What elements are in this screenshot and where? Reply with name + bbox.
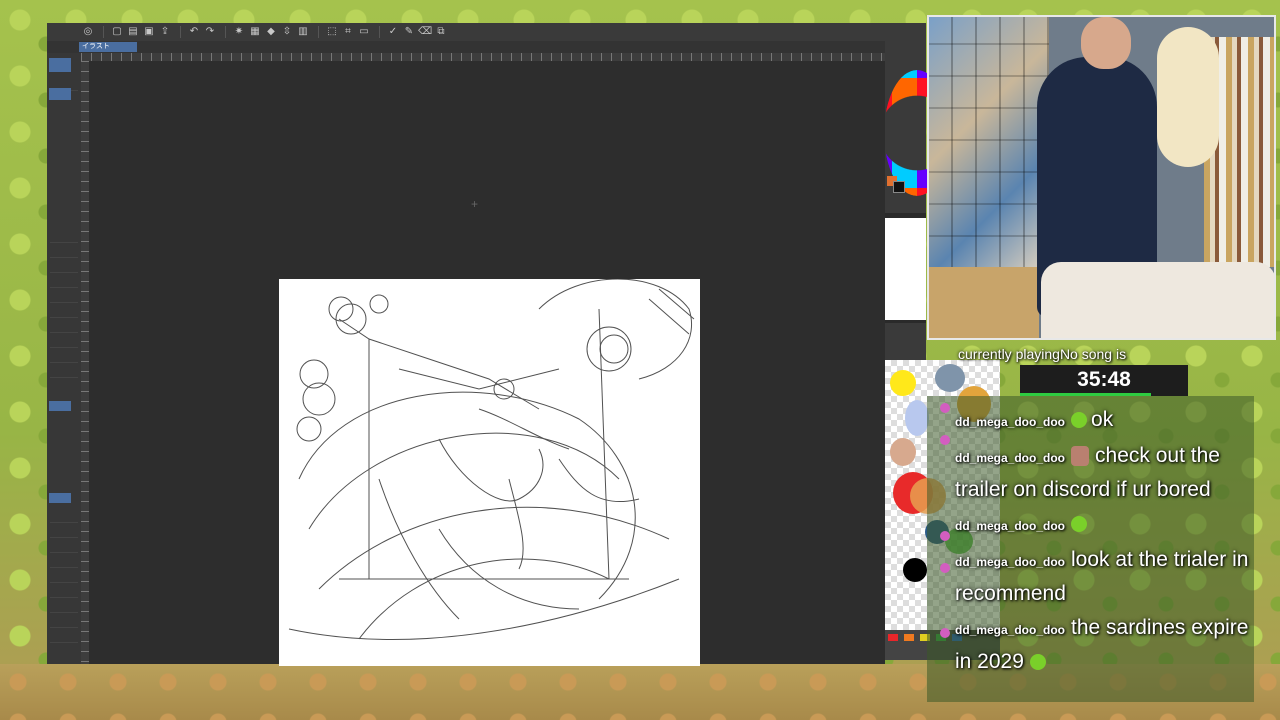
paint-app-window: ◎ ▢ ▤ ▣ ⇪ ↶ ↷ ✷ ▦ ◆ ⇳ ▥ ⬚ ⌗ ▭ ✓ ✎ ⌫ ⧉ イラ… <box>47 23 885 666</box>
document-tabstrip: イラスト <box>47 41 885 53</box>
chat-text: ok <box>1091 408 1114 431</box>
chat-badge-icon <box>940 435 950 445</box>
toolbar-divider <box>103 26 104 38</box>
chat-badge-icon <box>940 563 950 573</box>
panel-row[interactable] <box>50 353 78 363</box>
navigator-thumbnail[interactable] <box>885 218 926 320</box>
subtool-row[interactable] <box>50 543 78 553</box>
green-blob-emote-icon <box>1029 654 1046 671</box>
toolbar-divider <box>225 26 226 38</box>
panel-row[interactable] <box>50 338 78 348</box>
chat-username: dd_mega_doo_doo <box>955 555 1066 569</box>
palette-swatch-skin[interactable] <box>890 438 916 466</box>
chat-message: dd_mega_doo_doo the sardines expire in 20… <box>955 612 1255 678</box>
sub-color-swatch[interactable] <box>893 181 905 193</box>
subtool-row[interactable] <box>50 513 78 523</box>
save-icon[interactable]: ▣ <box>142 26 156 38</box>
tool-property-panel <box>47 53 81 664</box>
palette-chip-orange[interactable] <box>904 634 914 641</box>
frame-icon[interactable]: ⧉ <box>434 26 448 38</box>
crop-icon[interactable]: ⌗ <box>341 26 355 38</box>
sketch-drawing <box>288 279 695 640</box>
selected-brush[interactable] <box>49 88 71 100</box>
panel-row[interactable] <box>50 233 78 243</box>
subtool-row[interactable] <box>50 588 78 598</box>
chat-list: dd_mega_doo_doo ok dd_mega_doo_doo check o… <box>955 404 1255 680</box>
subtool-row[interactable] <box>50 603 78 613</box>
chat-username: dd_mega_doo_doo <box>955 415 1066 429</box>
chair <box>1041 262 1274 338</box>
panel-row[interactable] <box>50 263 78 273</box>
toolbar-divider <box>318 26 319 38</box>
brush-icon[interactable]: ✎ <box>402 26 416 38</box>
canvas-workspace[interactable]: + <box>89 61 885 666</box>
timer-value: 35:48 <box>1077 368 1131 391</box>
chat-badge-icon <box>940 403 950 413</box>
subtool-row[interactable] <box>50 558 78 568</box>
chat-username: dd_mega_doo_doo <box>955 451 1066 465</box>
chat-username: dd_mega_doo_doo <box>955 519 1066 533</box>
chat-message: dd_mega_doo_doo check out the trailer on … <box>955 440 1255 506</box>
panel-row[interactable] <box>50 278 78 288</box>
vertical-ruler <box>81 61 89 664</box>
horizontal-ruler <box>81 53 885 61</box>
chat-message: dd_mega_doo_doo ok <box>955 404 1255 438</box>
app-toolbar: ◎ ▢ ▤ ▣ ⇪ ↶ ↷ ✷ ▦ ◆ ⇳ ▥ ⬚ ⌗ ▭ ✓ ✎ ⌫ ⧉ <box>47 23 885 41</box>
green-blob-emote-icon <box>1071 412 1088 429</box>
palette-swatch-black[interactable] <box>903 558 927 582</box>
open-icon[interactable]: ▤ <box>126 26 140 38</box>
export-icon[interactable]: ⇪ <box>158 26 172 38</box>
panel-row[interactable] <box>50 368 78 378</box>
undo-icon[interactable]: ↶ <box>187 26 201 38</box>
face-emote-icon <box>1071 446 1090 467</box>
poster-wall <box>929 17 1049 267</box>
chat-message: dd_mega_doo_doo look at the trialer in re… <box>955 544 1255 610</box>
green-blob-emote-icon <box>1071 516 1088 533</box>
subtool-row[interactable] <box>50 573 78 583</box>
streamer-head <box>1081 17 1131 69</box>
chat-message: dd_mega_doo_doo <box>955 508 1255 542</box>
panel-row[interactable] <box>50 293 78 303</box>
now-playing-label: currently playingNo song is <box>958 346 1127 362</box>
settings-icon[interactable]: ✷ <box>232 26 246 38</box>
document-tab[interactable]: イラスト <box>79 42 137 52</box>
selected-subtool[interactable] <box>49 493 71 503</box>
layer-icon[interactable]: ▥ <box>296 26 310 38</box>
toolbar-divider <box>180 26 181 38</box>
subtool-row[interactable] <box>50 633 78 643</box>
active-tool-indicator[interactable] <box>49 58 71 72</box>
stream-timer: 35:48 <box>1020 365 1188 396</box>
crosshair-cursor-icon: + <box>471 197 479 211</box>
webcam-feed <box>927 15 1276 340</box>
grid-icon[interactable]: ▦ <box>248 26 262 38</box>
select-icon[interactable]: ⬚ <box>325 26 339 38</box>
ruler-icon[interactable]: ▭ <box>357 26 371 38</box>
fill-icon[interactable]: ◆ <box>264 26 278 38</box>
chat-username: dd_mega_doo_doo <box>955 623 1066 637</box>
plush-bear <box>1157 27 1219 167</box>
toolbar-divider <box>379 26 380 38</box>
palette-chip-red[interactable] <box>888 634 898 641</box>
palette-swatch-gray-blue[interactable] <box>935 364 965 392</box>
subtool-row[interactable] <box>50 618 78 628</box>
palette-swatch-light-blue[interactable] <box>905 400 929 436</box>
new-icon[interactable]: ▢ <box>110 26 124 38</box>
chat-badge-icon <box>940 628 950 638</box>
panel-row[interactable] <box>50 248 78 258</box>
layer-panel-header <box>885 323 926 360</box>
pen-icon[interactable]: ✓ <box>386 26 400 38</box>
drawing-canvas[interactable] <box>279 279 700 666</box>
panel-row[interactable] <box>50 323 78 333</box>
palette-swatch-yellow[interactable] <box>890 370 916 396</box>
panel-row[interactable] <box>50 308 78 318</box>
eraser-icon[interactable]: ⌫ <box>418 26 432 38</box>
selected-property[interactable] <box>49 401 71 411</box>
app-menu-icon[interactable]: ◎ <box>81 26 95 38</box>
transform-icon[interactable]: ⇳ <box>280 26 294 38</box>
redo-icon[interactable]: ↷ <box>203 26 217 38</box>
cabinet <box>929 267 1039 338</box>
subtool-row[interactable] <box>50 528 78 538</box>
chat-badge-icon <box>940 531 950 541</box>
